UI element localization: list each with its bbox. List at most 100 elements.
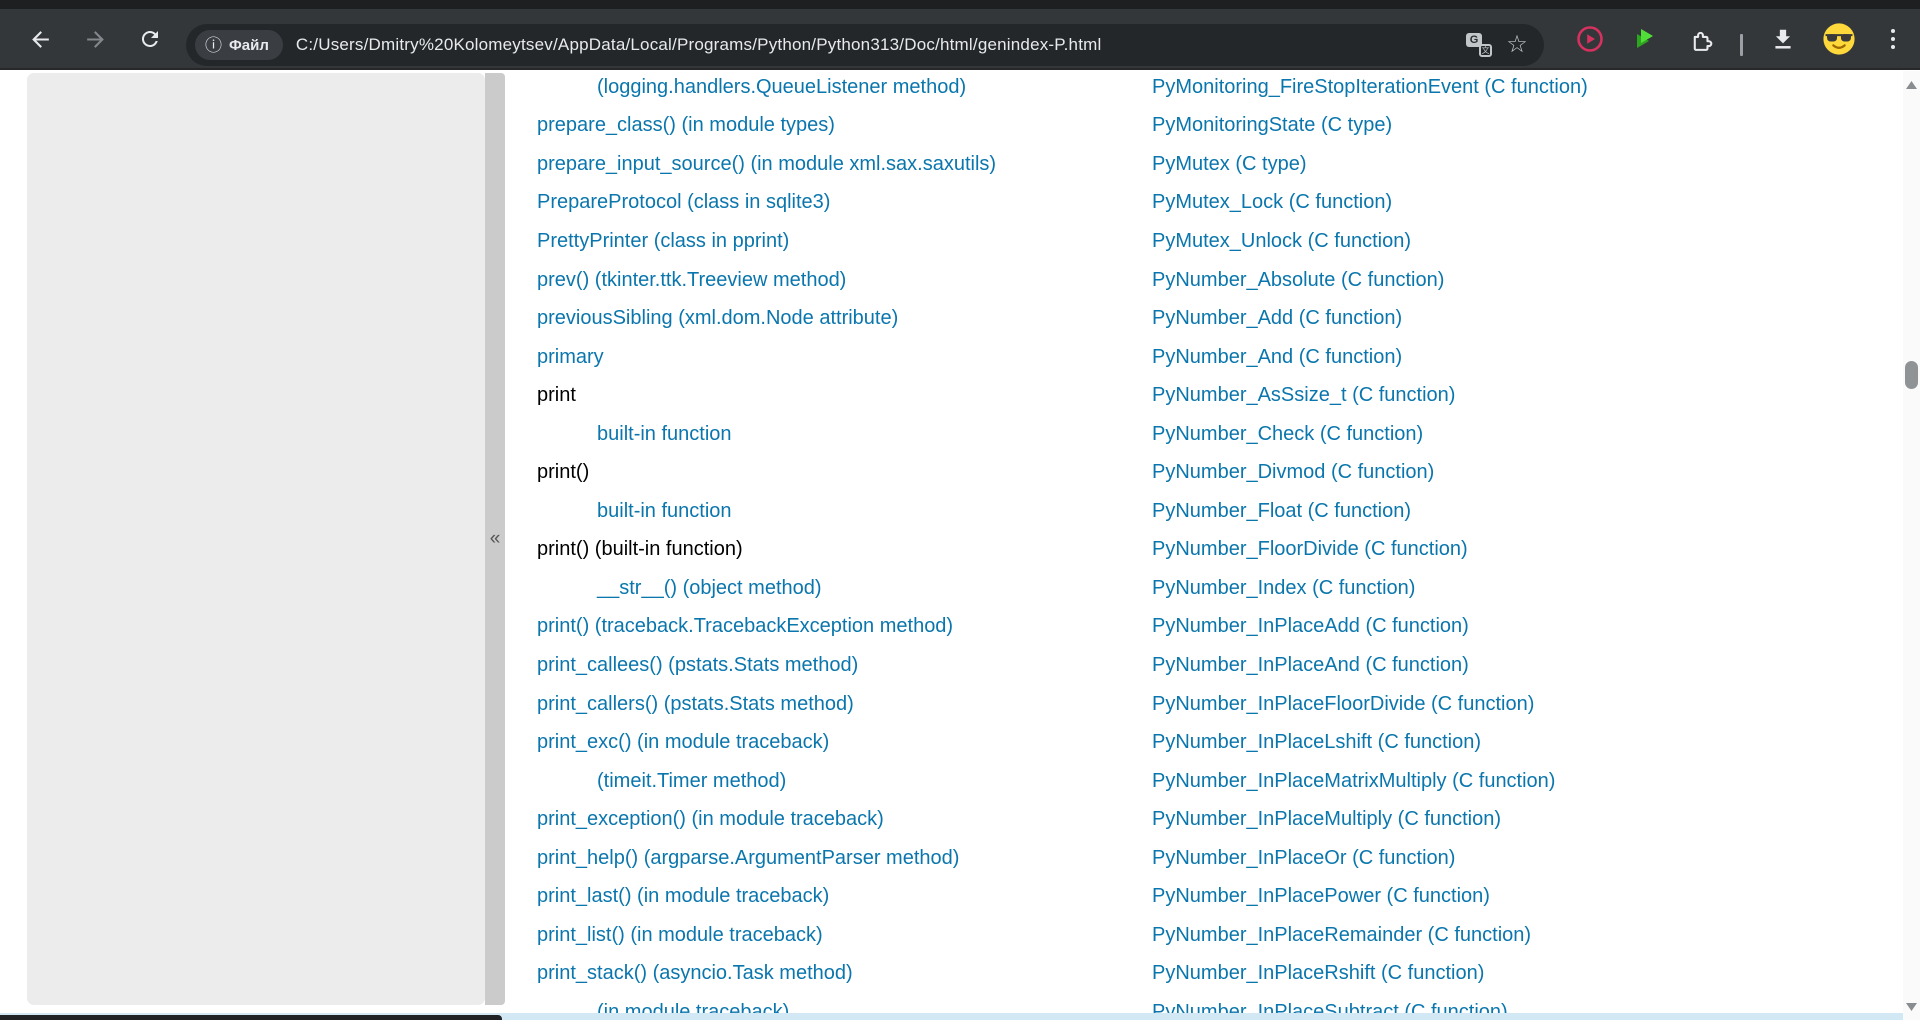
index-link[interactable]: PrettyPrinter (class in pprint) (537, 230, 789, 253)
green-play-icon (1632, 26, 1658, 52)
index-link[interactable]: PyNumber_Float (C function) (1152, 500, 1411, 523)
translate-icon: G 文 (1466, 33, 1492, 57)
scroll-down-arrow[interactable] (1903, 998, 1920, 1015)
index-entry-right-20: PyNumber_InPlaceOr (C function) (1152, 839, 1872, 878)
index-entry-right-18: PyNumber_InPlaceMatrixMultiply (C functi… (1152, 762, 1872, 801)
index-link[interactable]: PyMutex (C type) (1152, 153, 1306, 176)
index-entry-right-16: PyNumber_InPlaceFloorDivide (C function) (1152, 685, 1872, 724)
index-link[interactable]: PyNumber_Index (C function) (1152, 577, 1415, 600)
toolbar-separator (1740, 34, 1743, 56)
scroll-up-arrow[interactable] (1903, 76, 1920, 93)
index-link[interactable]: print_callers() (pstats.Stats method) (537, 693, 854, 716)
index-link[interactable]: PyNumber_InPlaceLshift (C function) (1152, 731, 1481, 754)
index-link[interactable]: PyNumber_InPlaceOr (C function) (1152, 847, 1455, 870)
index-link[interactable]: print_last() (in module traceback) (537, 885, 829, 908)
index-link[interactable]: PyNumber_Divmod (C function) (1152, 461, 1434, 484)
index-link[interactable]: print() (traceback.TracebackException me… (537, 615, 953, 638)
extensions-menu-button[interactable] (1683, 22, 1717, 56)
triangle-up-icon (1906, 81, 1917, 89)
index-entry-right-5: PyNumber_Absolute (C function) (1152, 261, 1872, 300)
address-bar[interactable]: ⓘ Файл C:/Users/Dmitry%20Kolomeytsev/App… (186, 24, 1544, 66)
index-link[interactable]: (logging.handlers.QueueListener method) (597, 76, 966, 99)
index-link[interactable]: PyMonitoringState (C type) (1152, 114, 1392, 137)
back-button[interactable] (22, 21, 58, 57)
window-frame-strip (0, 0, 1920, 9)
url-text[interactable]: C:/Users/Dmitry%20Kolomeytsev/AppData/Lo… (296, 35, 1464, 55)
translate-button[interactable]: G 文 (1464, 30, 1494, 60)
index-entry-left-10: print() (537, 453, 1117, 492)
browser-menu-button[interactable] (1876, 22, 1910, 56)
reload-icon (138, 27, 162, 51)
index-link[interactable]: PyNumber_InPlaceFloorDivide (C function) (1152, 693, 1534, 716)
index-entry-left-22: print_list() (in module traceback) (537, 916, 1117, 955)
index-entry-left-15: print_callees() (pstats.Stats method) (537, 646, 1117, 685)
index-link[interactable]: print_exc() (in module traceback) (537, 731, 829, 754)
scrollbar[interactable] (1903, 71, 1920, 1020)
index-entry-right-15: PyNumber_InPlaceAnd (C function) (1152, 646, 1872, 685)
browser-toolbar: ⓘ Файл C:/Users/Dmitry%20Kolomeytsev/App… (0, 9, 1920, 70)
index-link[interactable]: __str__() (object method) (597, 577, 822, 600)
profile-avatar[interactable] (1822, 22, 1856, 56)
index-link[interactable]: PyMutex_Lock (C function) (1152, 191, 1392, 214)
docs-sidebar (27, 73, 485, 1005)
index-link[interactable]: PyNumber_FloorDivide (C function) (1152, 538, 1468, 561)
index-link[interactable]: (timeit.Timer method) (597, 770, 786, 793)
downloads-button[interactable] (1766, 22, 1800, 56)
index-link[interactable]: prepare_input_source() (in module xml.sa… (537, 153, 996, 176)
index-term: print() (537, 461, 589, 484)
index-link[interactable]: PyNumber_InPlaceMatrixMultiply (C functi… (1152, 770, 1555, 793)
index-link[interactable]: print_exception() (in module traceback) (537, 808, 884, 831)
index-entry-left-13: __str__() (object method) (537, 569, 1117, 608)
index-entry-left-1: prepare_class() (in module types) (537, 107, 1117, 146)
index-link[interactable]: prepare_class() (in module types) (537, 114, 835, 137)
index-link[interactable]: print_list() (in module traceback) (537, 924, 823, 947)
index-link[interactable]: PyMonitoring_FireStopIterationEvent (C f… (1152, 76, 1588, 99)
reload-button[interactable] (132, 21, 168, 57)
index-entry-left-16: print_callers() (pstats.Stats method) (537, 685, 1117, 724)
index-link[interactable]: built-in function (597, 500, 732, 523)
bookmark-button[interactable]: ☆ (1502, 30, 1532, 60)
index-entry-right-19: PyNumber_InPlaceMultiply (C function) (1152, 800, 1872, 839)
index-link[interactable]: PyNumber_InPlaceAdd (C function) (1152, 615, 1469, 638)
index-link[interactable]: previousSibling (xml.dom.Node attribute) (537, 307, 898, 330)
index-entry-right-17: PyNumber_InPlaceLshift (C function) (1152, 723, 1872, 762)
index-entry-right-22: PyNumber_InPlaceRemainder (C function) (1152, 916, 1872, 955)
index-entry-left-21: print_last() (in module traceback) (537, 877, 1117, 916)
index-entry-left-19: print_exception() (in module traceback) (537, 800, 1117, 839)
scrollbar-thumb[interactable] (1905, 361, 1918, 389)
extension-green-play-button[interactable] (1628, 22, 1662, 56)
sidebar-collapse-button[interactable]: « (485, 73, 505, 1005)
index-link[interactable]: PrepareProtocol (class in sqlite3) (537, 191, 830, 214)
index-column-right: PyMonitoring_FireStopIterationEvent (C f… (1152, 68, 1872, 1020)
index-link[interactable]: PyNumber_InPlacePower (C function) (1152, 885, 1490, 908)
index-link[interactable]: print_help() (argparse.ArgumentParser me… (537, 847, 959, 870)
index-link[interactable]: PyNumber_InPlaceRemainder (C function) (1152, 924, 1531, 947)
index-link[interactable]: prev() (tkinter.ttk.Treeview method) (537, 269, 846, 292)
index-link[interactable]: PyNumber_Absolute (C function) (1152, 269, 1444, 292)
extension-red-play-button[interactable] (1573, 22, 1607, 56)
index-term: print (537, 384, 576, 407)
index-entry-left-5: prev() (tkinter.ttk.Treeview method) (537, 261, 1117, 300)
index-link[interactable]: PyNumber_AsSsize_t (C function) (1152, 384, 1455, 407)
index-entry-right-13: PyNumber_Index (C function) (1152, 569, 1872, 608)
index-entry-right-4: PyMutex_Unlock (C function) (1152, 222, 1872, 261)
index-entry-right-8: PyNumber_AsSsize_t (C function) (1152, 376, 1872, 415)
index-link[interactable]: PyNumber_Add (C function) (1152, 307, 1402, 330)
index-entry-left-23: print_stack() (asyncio.Task method) (537, 955, 1117, 994)
index-entry-left-9: built-in function (537, 415, 1117, 454)
index-column-left: (logging.handlers.QueueListener method) p… (537, 68, 1117, 1020)
index-link[interactable]: print_stack() (asyncio.Task method) (537, 962, 853, 985)
forward-button[interactable] (77, 21, 113, 57)
index-link[interactable]: PyNumber_And (C function) (1152, 346, 1402, 369)
index-link[interactable]: PyNumber_Check (C function) (1152, 423, 1423, 446)
index-link[interactable]: PyNumber_InPlaceMultiply (C function) (1152, 808, 1501, 831)
index-link[interactable]: print_callees() (pstats.Stats method) (537, 654, 858, 677)
site-info-chip[interactable]: ⓘ Файл (195, 30, 283, 60)
index-link[interactable]: PyNumber_InPlaceRshift (C function) (1152, 962, 1484, 985)
index-link[interactable]: primary (537, 346, 604, 369)
index-link[interactable]: PyNumber_InPlaceAnd (C function) (1152, 654, 1469, 677)
index-link[interactable]: PyMutex_Unlock (C function) (1152, 230, 1411, 253)
index-entry-left-4: PrettyPrinter (class in pprint) (537, 222, 1117, 261)
index-link[interactable]: built-in function (597, 423, 732, 446)
page-content: « (logging.handlers.QueueListener method… (0, 71, 1920, 1020)
